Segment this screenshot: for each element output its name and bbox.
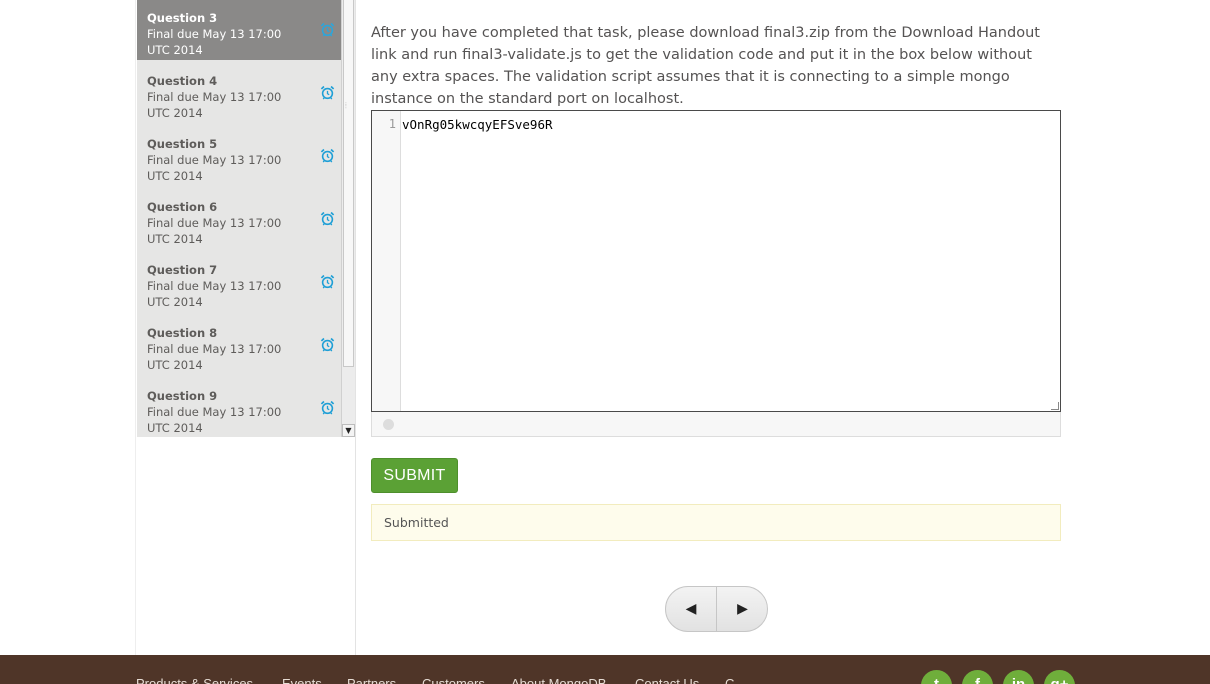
code-editor[interactable]: 1 vOnRg05kwcqyEFSve96R <box>371 110 1061 412</box>
question-nav-item[interactable]: Question 7 Final due May 13 17:00 UTC 201… <box>137 249 341 312</box>
question-nav-item[interactable]: Question 5 Final due May 13 17:00 UTC 201… <box>137 123 341 186</box>
question-nav-item[interactable]: Question 8 Final due May 13 17:00 UTC 201… <box>137 312 341 375</box>
alarm-clock-icon <box>320 337 335 352</box>
alarm-clock-icon <box>320 148 335 163</box>
alarm-clock-icon <box>320 211 335 226</box>
alarm-clock-icon <box>320 400 335 415</box>
question-title: Question 6 <box>147 200 218 214</box>
question-title: Question 9 <box>147 389 218 403</box>
footer-link[interactable]: About MongoDB <box>511 676 606 684</box>
alarm-clock-icon <box>320 22 335 37</box>
resize-grip-icon[interactable]: ⦙ <box>345 102 349 110</box>
scrollbar-thumb[interactable] <box>343 0 354 367</box>
facebook-icon[interactable]: f <box>962 670 993 684</box>
linkedin-icon[interactable]: in <box>1003 670 1034 684</box>
footer-link[interactable]: Partners <box>347 676 396 684</box>
question-due-date: Final due May 13 17:00 UTC 2014 <box>147 90 282 120</box>
question-title: Question 4 <box>147 74 218 88</box>
question-title: Question 7 <box>147 263 218 277</box>
question-nav-item[interactable]: Question 9 Final due May 13 17:00 UTC 201… <box>137 375 341 437</box>
question-list: Question 3 Final due May 13 17:00 UTC 201… <box>137 0 341 437</box>
question-pager: ◀ ▶ <box>665 586 768 632</box>
question-nav-item[interactable]: Question 6 Final due May 13 17:00 UTC 201… <box>137 186 341 249</box>
question-prompt: After you have completed that task, plea… <box>371 25 1040 107</box>
footer-link[interactable]: Customers <box>422 676 485 684</box>
question-due-date: Final due May 13 17:00 UTC 2014 <box>147 216 282 246</box>
submit-button[interactable]: SUBMIT <box>371 458 458 493</box>
scroll-down-arrow-icon[interactable]: ▼ <box>342 424 355 437</box>
editor-status-bar <box>371 412 1061 437</box>
question-due-date: Final due May 13 17:00 UTC 2014 <box>147 153 282 183</box>
status-indicator-icon <box>383 419 394 430</box>
question-nav-item[interactable]: Question 3 Final due May 13 17:00 UTC 201… <box>137 0 341 60</box>
line-number-gutter: 1 <box>372 111 401 411</box>
footer-link[interactable]: C <box>725 676 734 684</box>
question-list-scrollbar[interactable]: ▼ <box>341 0 355 437</box>
alarm-clock-icon <box>320 85 335 100</box>
left-navigation: Question 3 Final due May 13 17:00 UTC 201… <box>135 0 356 655</box>
question-due-date: Final due May 13 17:00 UTC 2014 <box>147 405 282 435</box>
question-due-date: Final due May 13 17:00 UTC 2014 <box>147 342 282 372</box>
question-nav-item[interactable]: Question 4 Final due May 13 17:00 UTC 201… <box>137 60 341 123</box>
next-question-button[interactable]: ▶ <box>717 587 767 631</box>
question-title: Question 8 <box>147 326 218 340</box>
answer-code-line[interactable]: vOnRg05kwcqyEFSve96R <box>402 117 553 132</box>
footer-link[interactable]: Products & Services <box>136 676 253 684</box>
alarm-clock-icon <box>320 274 335 289</box>
submission-status-message: Submitted <box>371 504 1061 541</box>
twitter-icon[interactable]: t <box>921 670 952 684</box>
editor-resize-handle[interactable] <box>1051 402 1059 410</box>
site-footer: Products & Services Events Partners Custome… <box>0 655 1210 684</box>
question-due-date: Final due May 13 17:00 UTC 2014 <box>147 279 282 309</box>
page: Question 3 Final due May 13 17:00 UTC 201… <box>0 0 1210 684</box>
footer-link[interactable]: Contact Us <box>635 676 699 684</box>
google-plus-icon[interactable]: g+ <box>1044 670 1075 684</box>
question-due-date: Final due May 13 17:00 UTC 2014 <box>147 27 282 57</box>
footer-link[interactable]: Events <box>282 676 322 684</box>
previous-question-button[interactable]: ◀ <box>666 587 717 631</box>
question-title: Question 3 <box>147 11 218 25</box>
question-title: Question 5 <box>147 137 218 151</box>
